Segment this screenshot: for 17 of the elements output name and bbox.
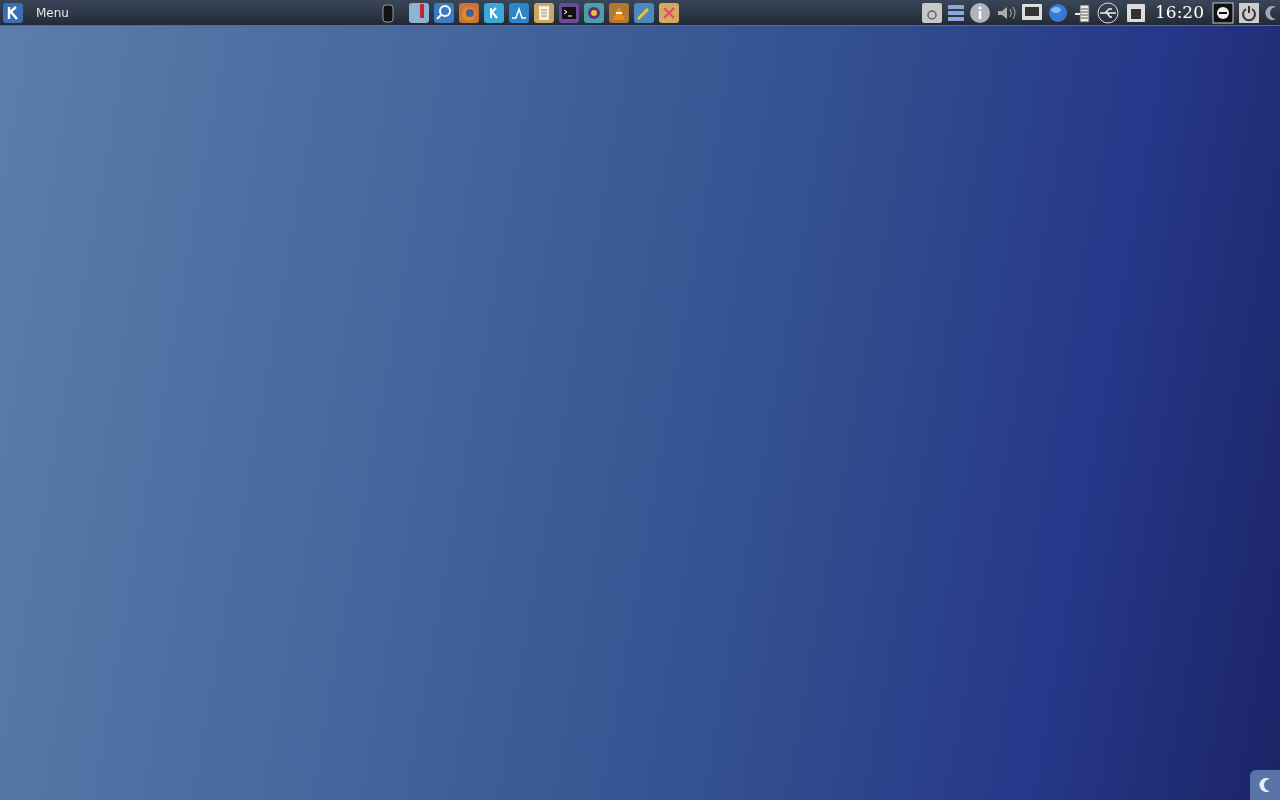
desktop-toolbox-button[interactable] <box>1250 770 1280 800</box>
battery-icon[interactable] <box>1073 1 1091 24</box>
toggle-icon[interactable] <box>1212 1 1234 24</box>
info-icon[interactable] <box>969 1 991 24</box>
search-app-icon[interactable] <box>432 1 455 24</box>
clock[interactable]: 16:20 <box>1155 0 1204 26</box>
menu-button[interactable]: Menu <box>36 3 69 22</box>
cone-icon[interactable] <box>607 1 630 24</box>
globe-icon[interactable] <box>1047 1 1069 24</box>
ethernet-icon[interactable] <box>1125 1 1147 24</box>
usb-icon[interactable] <box>1095 1 1121 24</box>
usb-drive-icon[interactable] <box>380 2 395 23</box>
notepad-icon[interactable] <box>532 1 555 24</box>
folder-icon[interactable] <box>407 1 430 24</box>
power-icon[interactable] <box>1238 1 1260 24</box>
kde-logo-icon[interactable] <box>2 1 24 24</box>
terminal-icon[interactable] <box>557 1 580 24</box>
